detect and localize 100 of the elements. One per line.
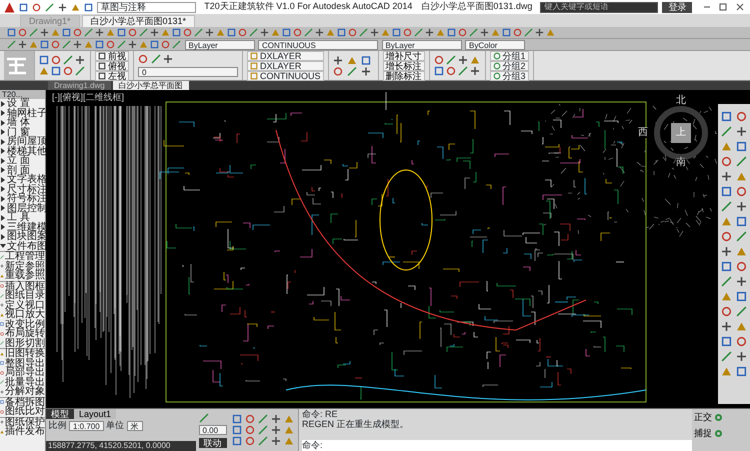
menu-item[interactable]: 文件布图: [0, 242, 45, 251]
tool-button[interactable]: [51, 55, 61, 65]
view-button[interactable]: 前视: [95, 50, 129, 60]
tool-button[interactable]: [204, 28, 214, 38]
tool-button[interactable]: [360, 66, 370, 76]
tool-button[interactable]: [720, 170, 733, 183]
tool-button[interactable]: [720, 110, 733, 123]
tool-button[interactable]: [332, 55, 342, 65]
menu-item[interactable]: 分解对象: [0, 387, 45, 396]
tool-button[interactable]: [58, 2, 67, 12]
tool-button[interactable]: [720, 320, 733, 333]
menu-item[interactable]: 轴网柱子: [0, 108, 45, 118]
tool-button[interactable]: [259, 28, 269, 38]
tool-button[interactable]: [51, 66, 61, 76]
tool-button[interactable]: [45, 2, 54, 12]
menu-item[interactable]: 尺寸标注: [0, 184, 45, 194]
tool-button[interactable]: [735, 125, 748, 138]
layer-row[interactable]: DXLAYER: [247, 60, 324, 70]
tool-button[interactable]: [72, 40, 82, 50]
tool-button[interactable]: [270, 414, 280, 424]
tool-button[interactable]: [735, 350, 748, 363]
unit-dropdown[interactable]: 米: [126, 420, 143, 431]
menu-item[interactable]: 设 置: [0, 99, 45, 108]
tool-button[interactable]: [138, 54, 148, 64]
tool-button[interactable]: [720, 185, 733, 198]
group-row[interactable]: 分组3: [490, 70, 529, 80]
tool-button[interactable]: [39, 28, 49, 38]
tool-button[interactable]: [470, 66, 480, 76]
menu-item[interactable]: 新定参照: [0, 262, 45, 271]
scale-dropdown[interactable]: 1:0.700: [69, 420, 104, 431]
tool-button[interactable]: [94, 28, 104, 38]
tool-button[interactable]: [19, 2, 28, 12]
document-tab[interactable]: 白沙小学总平面图0131*: [82, 15, 196, 27]
menu-item[interactable]: 插件发布: [0, 427, 45, 436]
tool-button[interactable]: [332, 66, 342, 76]
color-dropdown[interactable]: ByLayer: [184, 40, 254, 50]
tool-button[interactable]: [270, 425, 280, 435]
menu-item[interactable]: 房间屋顶: [0, 137, 45, 146]
tool-button[interactable]: [434, 66, 444, 76]
menu-item[interactable]: 门 窗: [0, 128, 45, 137]
sign-in-button[interactable]: 登录: [662, 2, 692, 12]
tool-button[interactable]: [534, 28, 544, 38]
plot-style-dropdown[interactable]: ByColor: [465, 40, 525, 50]
tool-button[interactable]: [446, 66, 456, 76]
menu-item[interactable]: 批量导出: [0, 378, 45, 387]
dimension-button[interactable]: 删除标注: [382, 70, 424, 80]
search-field[interactable]: 键入关键字或短语: [540, 2, 658, 12]
tool-button[interactable]: [84, 2, 93, 12]
menu-item[interactable]: 三维建模: [0, 222, 45, 232]
tool-button[interactable]: [32, 2, 41, 12]
menu-item[interactable]: 定义视口: [0, 300, 45, 310]
menu-item[interactable]: 墙 体: [0, 118, 45, 128]
tool-button[interactable]: [434, 55, 444, 65]
tool-button[interactable]: [735, 215, 748, 228]
tool-button[interactable]: [149, 28, 159, 38]
tool-button[interactable]: [369, 28, 379, 38]
workspace-dropdown[interactable]: 草图与注释: [97, 2, 196, 12]
layer-row[interactable]: DXLAYER: [247, 50, 324, 60]
menu-item[interactable]: 图形切割: [0, 338, 45, 348]
file-tab[interactable]: Drawing1.dwg: [48, 81, 111, 90]
status-toggle[interactable]: 捕捉: [694, 426, 748, 440]
tool-button[interactable]: [424, 28, 434, 38]
viewport-controls[interactable]: [-][俯视][二维线框]: [52, 91, 124, 104]
layer-row[interactable]: CONTINUOUS: [247, 70, 324, 80]
tool-button[interactable]: [75, 55, 85, 65]
tool-button[interactable]: [720, 260, 733, 273]
menu-item[interactable]: 局部导出: [0, 368, 45, 378]
layout-tab[interactable]: Layout1: [74, 409, 116, 419]
file-tab[interactable]: 白沙小学总平面图: [112, 81, 189, 90]
menu-item[interactable]: 重载参照: [0, 271, 45, 280]
menu-item[interactable]: 图纸目录: [0, 291, 45, 300]
menu-item[interactable]: 工 具: [0, 213, 45, 222]
tool-button[interactable]: [17, 40, 27, 50]
tool-button[interactable]: [163, 54, 173, 64]
group-row[interactable]: 分组2: [490, 60, 529, 70]
view-button[interactable]: 左视: [95, 70, 129, 80]
dimension-button[interactable]: 增补尺寸: [382, 50, 424, 60]
tool-button[interactable]: [720, 245, 733, 258]
tool-button[interactable]: [127, 40, 137, 50]
group-row[interactable]: 分组1: [490, 50, 529, 60]
view-button[interactable]: 俯视: [95, 60, 129, 70]
menu-item[interactable]: 旧图转换: [0, 349, 45, 358]
linetype-dropdown[interactable]: CONTINUOUS: [258, 40, 378, 50]
menu-item[interactable]: 改变比例: [0, 320, 45, 329]
menu-item[interactable]: 符号标注: [0, 194, 45, 204]
menu-item[interactable]: 工程管理: [0, 252, 45, 262]
menu-item[interactable]: 备档拆图: [0, 398, 45, 407]
menu-item[interactable]: 视口放大: [0, 310, 45, 320]
tool-button[interactable]: [270, 436, 280, 446]
tool-button[interactable]: [39, 55, 49, 65]
elevation-field[interactable]: 0.00: [198, 425, 226, 435]
tool-button[interactable]: [735, 290, 748, 303]
tool-button[interactable]: [63, 66, 73, 76]
tool-button[interactable]: [360, 55, 370, 65]
link-button[interactable]: 联动: [198, 438, 226, 448]
menu-item[interactable]: 布局旋转: [0, 329, 45, 338]
tool-button[interactable]: [458, 55, 468, 65]
menu-item[interactable]: 图纸保护: [0, 418, 45, 427]
tool-button[interactable]: [735, 200, 748, 213]
menu-item[interactable]: 整图导出: [0, 358, 45, 368]
